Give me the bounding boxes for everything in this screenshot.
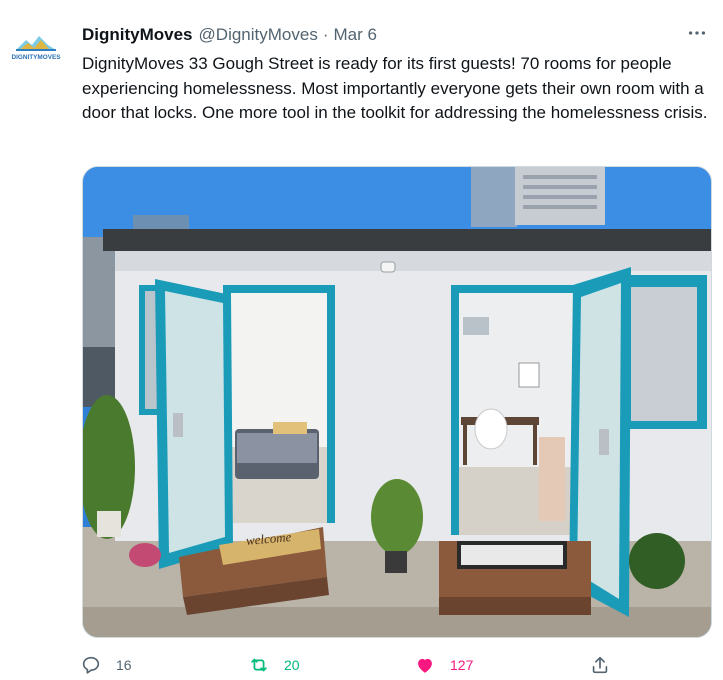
tweet-header: DignityMoves @DignityMoves · Mar 6 (82, 22, 673, 48)
separator-dot: · (322, 25, 329, 44)
retweet-icon (251, 658, 267, 672)
share-icon (592, 656, 608, 674)
retweet-button[interactable]: 20 (248, 650, 300, 680)
reply-button[interactable]: 16 (80, 650, 132, 680)
dignitymoves-logo: DIGNITYMOVES (6, 24, 66, 84)
avatar-logo-text: DIGNITYMOVES (11, 54, 61, 61)
heart-filled-icon (418, 658, 432, 673)
modular-rooms-photo: welcome (83, 167, 711, 637)
tweet-photo[interactable]: welcome (82, 166, 712, 638)
share-button[interactable] (589, 650, 611, 680)
tweet-date[interactable]: Mar 6 (334, 25, 377, 45)
like-button[interactable]: 127 (414, 650, 473, 680)
reply-icon (82, 656, 100, 674)
tweet-actions: 16 20 127 (72, 650, 632, 680)
retweet-count: 20 (284, 657, 300, 673)
user-handle[interactable]: @DignityMoves (199, 25, 318, 45)
display-name[interactable]: DignityMoves (82, 25, 193, 45)
avatar[interactable]: DIGNITYMOVES (6, 24, 66, 84)
like-count: 127 (450, 657, 474, 673)
more-horizontal-icon[interactable] (685, 22, 709, 46)
tweet-text: DignityMoves 33 Gough Street is ready fo… (82, 54, 708, 122)
reply-count: 16 (116, 657, 132, 673)
tweet: DIGNITYMOVES DignityMoves @DignityMoves … (0, 0, 723, 677)
